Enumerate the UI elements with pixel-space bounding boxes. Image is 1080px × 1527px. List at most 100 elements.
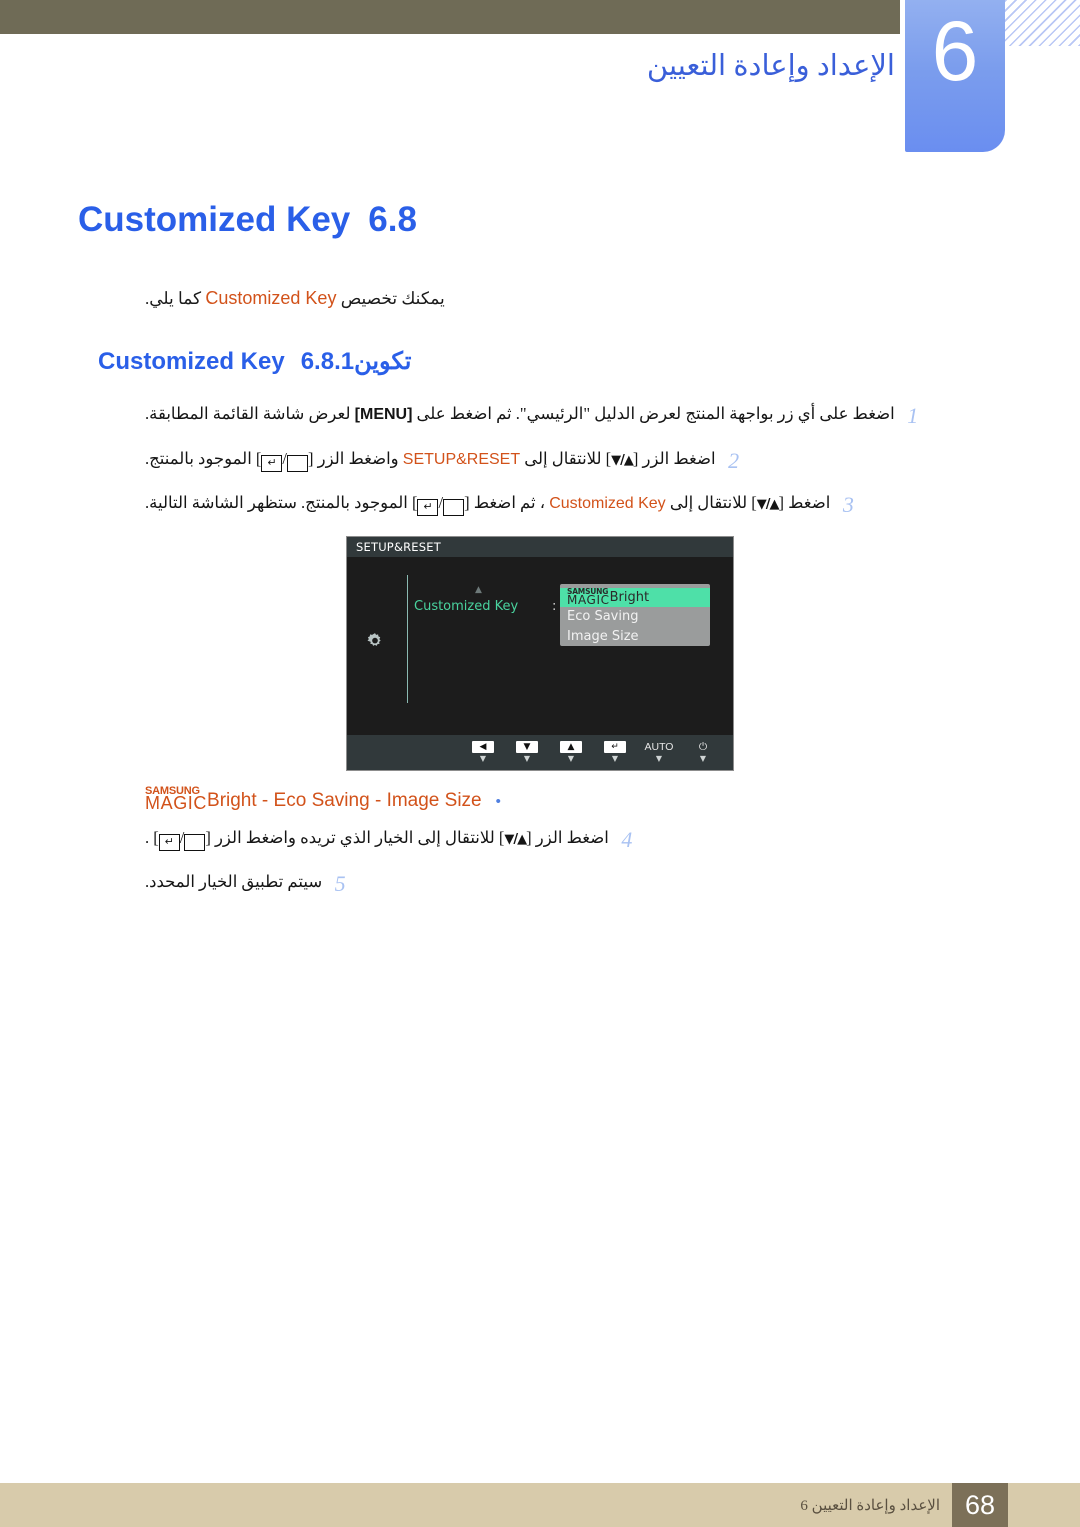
step-body: سيتم تطبيق الخيار المحدد. xyxy=(145,870,322,894)
button-indicator-triangle: ▼ xyxy=(655,754,663,763)
osd-setting-label: Customized Key xyxy=(414,598,519,614)
footer-chapter-text: الإعداد وإعادة التعيين 6 xyxy=(800,1497,940,1514)
up-down-button-glyph: [▲/▼] xyxy=(751,493,784,512)
bullet-dot-icon: • xyxy=(495,792,501,810)
step-highlight-term: Customized Key xyxy=(549,495,666,512)
intro-suffix: كما يلي. xyxy=(145,289,202,308)
page-number-box: 68 xyxy=(952,1483,1008,1527)
page-footer: الإعداد وإعادة التعيين 6 68 xyxy=(0,1483,1080,1527)
osd-colon: : xyxy=(552,598,557,614)
osd-screenshot: SETUP&RESET ▲ Customized Key : SAMSUNG MA… xyxy=(346,535,734,771)
osd-button-down-arrow[interactable]: ▼ ▼ xyxy=(505,741,549,763)
bullet-sep-1: - xyxy=(256,789,274,811)
step-body: اضغط [▲/▼] للانتقال إلى Customized Key ،… xyxy=(145,491,830,516)
osd-button-power[interactable]: ⏻ ▼ xyxy=(681,741,725,763)
step-item: 3 اضغط [▲/▼] للانتقال إلى Customized Key … xyxy=(145,491,1080,519)
samsung-magic-logo: SAMSUNG MAGIC xyxy=(145,785,208,813)
intro-term: Customized Key xyxy=(205,288,337,308)
power-icon: ⏻ xyxy=(698,741,708,753)
up-down-button-glyph: [▲/▼] xyxy=(498,827,532,847)
step-number: 2 xyxy=(728,447,740,473)
section-title-text: Customized Key xyxy=(78,200,351,239)
step-text: اضغط الزر xyxy=(642,448,716,468)
auto-icon: AUTO xyxy=(644,741,674,753)
bullet-row: • SAMSUNG MAGIC Bright - Eco Saving - Im… xyxy=(0,785,1080,813)
step-text: الموجود بالمنتج. ستظهر الشاشة التالية. xyxy=(145,493,408,512)
samsung-magic-logo: SAMSUNG MAGIC xyxy=(567,588,610,607)
step-text: ، ثم اضغط xyxy=(473,493,546,512)
magic-word: MAGIC xyxy=(567,592,610,607)
osd-header-title: SETUP&RESET xyxy=(356,539,441,554)
osd-button-bar: ◀ ▼ ▼ ▼ ▲ ▼ ↵ ▼ AUTO ▼ ⏻ ▼ xyxy=(347,734,733,770)
left-arrow-icon: ◀ xyxy=(472,741,494,753)
step-number: 5 xyxy=(334,871,346,897)
header-band xyxy=(0,0,900,34)
osd-screen: ▲ Customized Key : SAMSUNG MAGIC Bright Eco… xyxy=(347,556,733,735)
intro-prefix: يمكنك تخصيص xyxy=(340,289,445,308)
step-text: واضغط الزر xyxy=(317,448,399,468)
step-text: اضغط الزر xyxy=(535,827,609,847)
step-body: اضغط الزر [▲/▼] للانتقال إلى الخيار الذي… xyxy=(145,826,609,851)
enter-button-glyph: [ /↵] xyxy=(153,828,211,851)
subsection-title: Customized Key تكوين6.8.1 xyxy=(0,347,1080,376)
step-body: اضغط الزر [▲/▼] للانتقال إلى SETUP&RESET… xyxy=(145,447,716,472)
up-arrow-icon: ▲ xyxy=(560,741,582,753)
osd-menu-item[interactable]: Image Size xyxy=(560,627,710,647)
osd-header: SETUP&RESET xyxy=(347,536,733,557)
step-text: للانتقال إلى الخيار الذي تريده واضغط الز… xyxy=(214,827,495,847)
step-text: لعرض شاشة القائمة المطابقة. xyxy=(145,404,351,423)
step-text: الموجود بالمنتج. xyxy=(145,448,252,468)
bullet-item-eco-saving: Eco Saving xyxy=(273,789,370,811)
enter-button-glyph: [ /↵] xyxy=(256,449,314,472)
button-indicator-triangle: ▼ xyxy=(479,754,487,763)
step-text: اضغط على أي زر بواجهة المنتج لعرض الدليل… xyxy=(416,404,895,423)
step-number: 3 xyxy=(842,492,854,517)
bullet-text: SAMSUNG MAGIC Bright - Eco Saving - Imag… xyxy=(145,785,482,813)
osd-button-enter[interactable]: ↵ ▼ xyxy=(593,741,637,763)
osd-menu-item[interactable]: Eco Saving xyxy=(560,607,710,627)
button-indicator-triangle: ▼ xyxy=(567,754,575,763)
osd-button-up-arrow[interactable]: ▲ ▼ xyxy=(549,741,593,763)
step-text: سيتم تطبيق الخيار المحدد. xyxy=(145,872,323,892)
enter-icon: ↵ xyxy=(604,741,626,753)
osd-arc-decoration xyxy=(385,574,408,703)
magic-word: MAGIC xyxy=(145,792,208,813)
step-highlight-term: SETUP&RESET xyxy=(402,450,521,468)
section-title: Customized Key 6.8 xyxy=(0,200,1080,240)
button-indicator-triangle: ▼ xyxy=(699,754,707,763)
chapter-title: الإعداد وإعادة التعيين xyxy=(646,50,895,82)
down-arrow-icon: ▼ xyxy=(516,741,538,753)
osd-menu-item[interactable]: SAMSUNG MAGIC Bright xyxy=(560,587,710,608)
step-number: 4 xyxy=(621,826,633,852)
chapter-tab: 6 xyxy=(905,0,1005,152)
step-text: . xyxy=(145,827,150,847)
enter-button-glyph: [ /↵] xyxy=(412,493,470,516)
step-number: 1 xyxy=(907,403,919,428)
button-indicator-triangle: ▼ xyxy=(523,754,531,763)
step-text: اضغط xyxy=(788,493,831,512)
osd-button-left-arrow[interactable]: ◀ ▼ xyxy=(461,741,505,763)
subsection-title-arabic: تكوين xyxy=(354,349,412,375)
button-indicator-triangle: ▼ xyxy=(611,754,619,763)
osd-scroll-caret: ▲ xyxy=(475,584,482,595)
page-content: Customized Key 6.8 يمكنك تخصيص Customized… xyxy=(0,200,1080,915)
section-intro: يمكنك تخصيص Customized Key كما يلي. xyxy=(0,288,1080,309)
osd-button-auto[interactable]: AUTO ▼ xyxy=(637,741,681,763)
gear-icon xyxy=(365,631,385,651)
osd-dropdown-menu[interactable]: SAMSUNG MAGIC Bright Eco Saving Image Size xyxy=(560,583,710,647)
step-item: 4 اضغط الزر [▲/▼] للانتقال إلى الخيار الذ… xyxy=(145,826,1080,854)
steps-list-top: 1 اضغط على أي زر بواجهة المنتج لعرض الدلي… xyxy=(0,402,1080,519)
steps-list-bottom: 4 اضغط الزر [▲/▼] للانتقال إلى الخيار الذ… xyxy=(0,826,1080,898)
menu-key-label: [MENU] xyxy=(354,406,413,423)
step-text: للانتقال إلى xyxy=(524,448,602,468)
up-down-button-glyph: [▲/▼] xyxy=(605,448,639,468)
subsection-title-latin: Customized Key xyxy=(98,348,285,375)
step-text: للانتقال إلى xyxy=(669,493,748,512)
bright-word: Bright xyxy=(609,589,650,605)
chapter-number: 6 xyxy=(931,4,979,98)
step-body: اضغط على أي زر بواجهة المنتج لعرض الدليل… xyxy=(145,402,895,426)
osd-figure-wrap: SETUP&RESET ▲ Customized Key : SAMSUNG MA… xyxy=(0,535,1080,771)
step-item: 5 سيتم تطبيق الخيار المحدد. xyxy=(145,870,1080,898)
bullet-sep-2: - xyxy=(369,789,387,811)
step-item: 1 اضغط على أي زر بواجهة المنتج لعرض الدلي… xyxy=(145,402,1080,430)
